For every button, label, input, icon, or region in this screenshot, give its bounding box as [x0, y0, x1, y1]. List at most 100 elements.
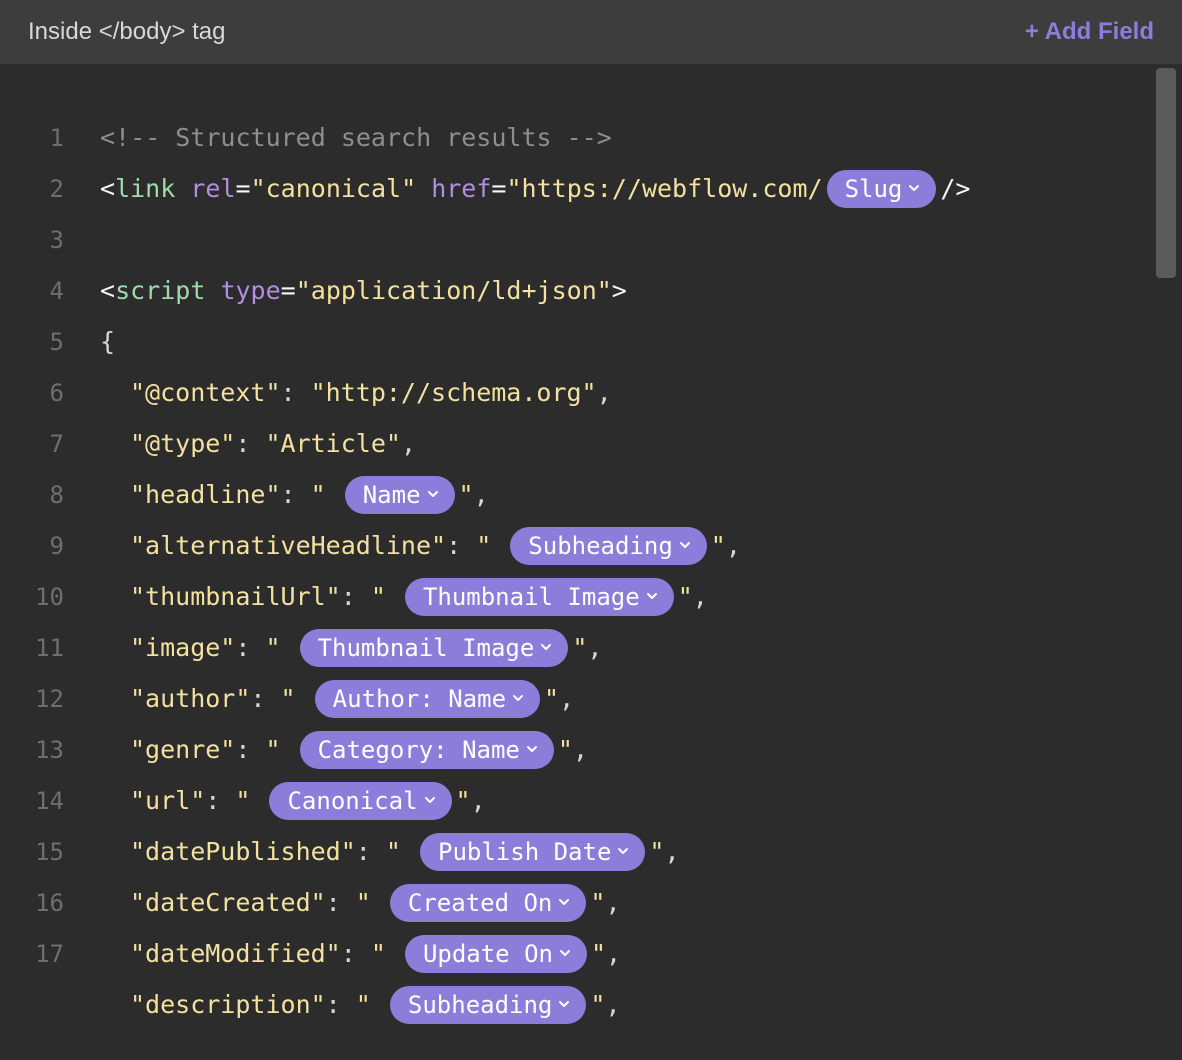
code-line[interactable]: "alternativeHeadline": " Subheading", — [100, 520, 1182, 571]
code-line[interactable]: <script type="application/ld+json"> — [100, 265, 1182, 316]
code-content[interactable]: <!-- Structured search results --><link … — [100, 112, 1182, 1030]
code-token: " — [558, 735, 573, 764]
field-pill[interactable]: Author: Name — [315, 680, 540, 718]
code-token: , — [471, 786, 486, 815]
code-token: : — [341, 939, 371, 968]
field-pill[interactable]: Subheading — [390, 986, 587, 1024]
code-token: : — [341, 582, 371, 611]
code-line[interactable]: "author": " Author: Name", — [100, 673, 1182, 724]
code-token: , — [559, 684, 574, 713]
code-line[interactable]: "url": " Canonical", — [100, 775, 1182, 826]
code-token: < — [100, 174, 115, 203]
field-pill[interactable]: Name — [345, 476, 455, 514]
field-pill-label: Slug — [845, 177, 903, 201]
code-line[interactable]: "dateModified": " Update On", — [100, 928, 1182, 979]
code-token: link — [115, 174, 175, 203]
code-token: : — [250, 684, 280, 713]
line-number: 6 — [0, 367, 100, 418]
panel-header: Inside </body> tag + Add Field — [0, 0, 1182, 64]
code-line[interactable]: "datePublished": " Publish Date", — [100, 826, 1182, 877]
code-token: : — [326, 990, 356, 1019]
code-token: < — [100, 276, 115, 305]
code-line[interactable]: "@type": "Article", — [100, 418, 1182, 469]
code-token: , — [606, 939, 621, 968]
chevron-down-icon — [427, 488, 441, 502]
line-number: 3 — [0, 214, 100, 265]
line-number: 14 — [0, 775, 100, 826]
field-pill[interactable]: Thumbnail Image — [300, 629, 569, 667]
code-token: /> — [940, 174, 970, 203]
code-token: " — [311, 480, 341, 509]
code-line[interactable]: "thumbnailUrl": " Thumbnail Image", — [100, 571, 1182, 622]
line-number: 12 — [0, 673, 100, 724]
field-pill[interactable]: Category: Name — [300, 731, 554, 769]
code-editor[interactable]: 1234567891011121314151617 <!-- Structure… — [0, 64, 1182, 1030]
code-token: "canonical" — [251, 174, 417, 203]
field-pill[interactable]: Slug — [827, 170, 937, 208]
code-token: , — [664, 837, 679, 866]
code-token: " — [572, 633, 587, 662]
scrollbar-thumb[interactable] — [1156, 68, 1176, 278]
line-number: 7 — [0, 418, 100, 469]
field-pill-label: Thumbnail Image — [318, 636, 535, 660]
add-field-button[interactable]: + Add Field — [1025, 18, 1154, 46]
code-token: " — [371, 582, 401, 611]
chevron-down-icon — [424, 794, 438, 808]
line-number: 10 — [0, 571, 100, 622]
code-token: : — [326, 888, 356, 917]
code-token: "https://webflow.com/ — [506, 174, 822, 203]
code-line[interactable] — [100, 214, 1182, 265]
code-token: "datePublished" — [130, 837, 356, 866]
code-token: "url" — [130, 786, 205, 815]
field-pill-label: Subheading — [528, 534, 673, 558]
code-line[interactable]: "dateCreated": " Created On", — [100, 877, 1182, 928]
field-pill[interactable]: Update On — [405, 935, 587, 973]
code-token: " — [590, 888, 605, 917]
code-token: : — [235, 633, 265, 662]
code-token: type — [220, 276, 280, 305]
code-token: : — [446, 531, 476, 560]
code-line[interactable]: "genre": " Category: Name", — [100, 724, 1182, 775]
chevron-down-icon — [526, 743, 540, 757]
code-token: " — [235, 786, 265, 815]
code-token: rel — [190, 174, 235, 203]
field-pill-label: Canonical — [287, 789, 417, 813]
code-line[interactable]: "headline": " Name", — [100, 469, 1182, 520]
line-number: 5 — [0, 316, 100, 367]
code-token: " — [265, 735, 295, 764]
field-pill-label: Author: Name — [333, 687, 506, 711]
line-number: 8 — [0, 469, 100, 520]
code-token: , — [597, 378, 612, 407]
field-pill[interactable]: Subheading — [510, 527, 707, 565]
chevron-down-icon — [617, 845, 631, 859]
code-token: "description" — [130, 990, 326, 1019]
code-token: "Article" — [265, 429, 400, 458]
code-line[interactable]: <!-- Structured search results --> — [100, 112, 1182, 163]
code-token: : — [356, 837, 386, 866]
code-token: , — [726, 531, 741, 560]
chevron-down-icon — [540, 641, 554, 655]
code-token: " — [711, 531, 726, 560]
line-number: 13 — [0, 724, 100, 775]
code-token: , — [587, 633, 602, 662]
code-line[interactable]: "@context": "http://schema.org", — [100, 367, 1182, 418]
code-token: " — [265, 633, 295, 662]
field-pill[interactable]: Canonical — [269, 782, 451, 820]
line-number: 17 — [0, 928, 100, 979]
code-line[interactable]: "image": " Thumbnail Image", — [100, 622, 1182, 673]
field-pill[interactable]: Publish Date — [420, 833, 645, 871]
field-pill-label: Category: Name — [318, 738, 520, 762]
code-token: " — [356, 888, 386, 917]
code-line[interactable]: <link rel="canonical" href="https://webf… — [100, 163, 1182, 214]
line-number: 1 — [0, 112, 100, 163]
code-token: script — [115, 276, 205, 305]
line-number: 9 — [0, 520, 100, 571]
field-pill-label: Publish Date — [438, 840, 611, 864]
code-token: : — [235, 429, 265, 458]
field-pill[interactable]: Created On — [390, 884, 587, 922]
code-token: " — [591, 939, 606, 968]
code-line[interactable]: "description": " Subheading", — [100, 979, 1182, 1030]
code-line[interactable]: { — [100, 316, 1182, 367]
field-pill[interactable]: Thumbnail Image — [405, 578, 674, 616]
code-token: " — [476, 531, 506, 560]
